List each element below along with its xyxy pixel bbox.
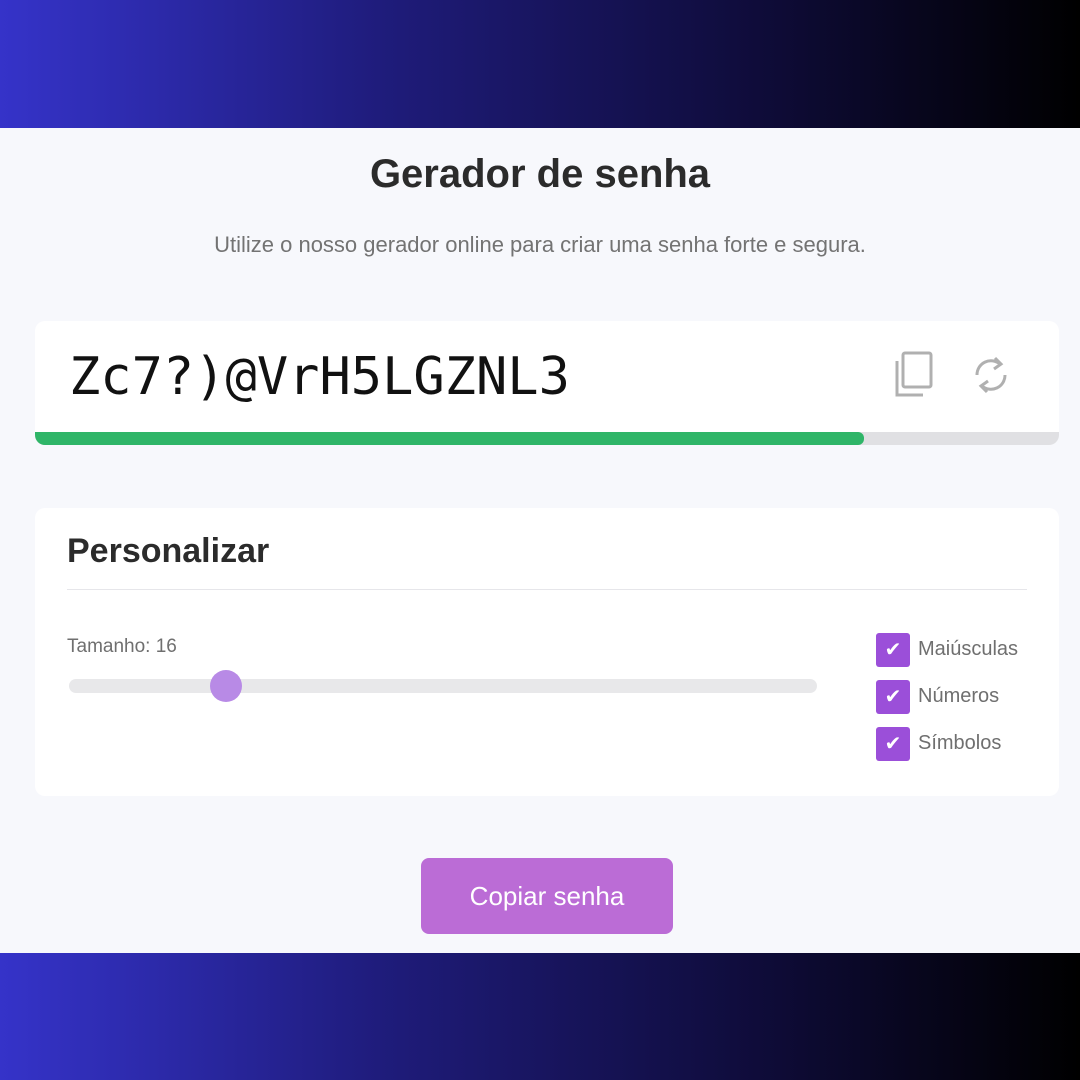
length-slider[interactable] [69,670,817,702]
option-numbers[interactable]: ✔ Números [876,679,1018,714]
checkbox-uppercase[interactable]: ✔ [876,632,910,667]
strength-meter-fill [35,432,865,445]
option-numbers-label: Números [918,685,1000,707]
page-subtitle: Utilize o nosso gerador online para cria… [214,232,866,257]
length-label: Tamanho: 16 [67,636,177,657]
character-options: ✔ Maiúsculas ✔ Números ✔ Símbolos [876,632,1018,773]
length-slider-thumb[interactable] [210,670,243,702]
bottom-gradient-band [0,953,1080,1080]
copy-password-button[interactable]: Copiar senha [421,858,673,934]
checkbox-symbols[interactable]: ✔ [876,726,910,761]
refresh-icon[interactable] [969,349,1013,401]
strength-meter [35,432,1059,445]
option-uppercase-label: Maiúsculas [918,638,1019,660]
password-display-card: Zc7?)@VrH5LGZNL3 [35,321,1059,445]
copy-icon[interactable] [891,349,935,401]
option-symbols-label: Símbolos [918,732,1002,754]
generated-password: Zc7?)@VrH5LGZNL3 [69,347,570,407]
top-gradient-band [0,0,1080,128]
option-symbols[interactable]: ✔ Símbolos [876,726,1018,761]
customize-title: Personalizar [67,532,270,570]
page-title: Gerador de senha [369,152,711,196]
password-generator-page: Gerador de senha Utilize o nosso gerador… [0,128,1080,953]
customize-card: Personalizar Tamanho: 16 ✔ Maiúsculas ✔ … [35,508,1059,796]
checkbox-numbers[interactable]: ✔ [876,679,910,714]
option-uppercase[interactable]: ✔ Maiúsculas [876,632,1018,667]
divider [67,589,1027,590]
